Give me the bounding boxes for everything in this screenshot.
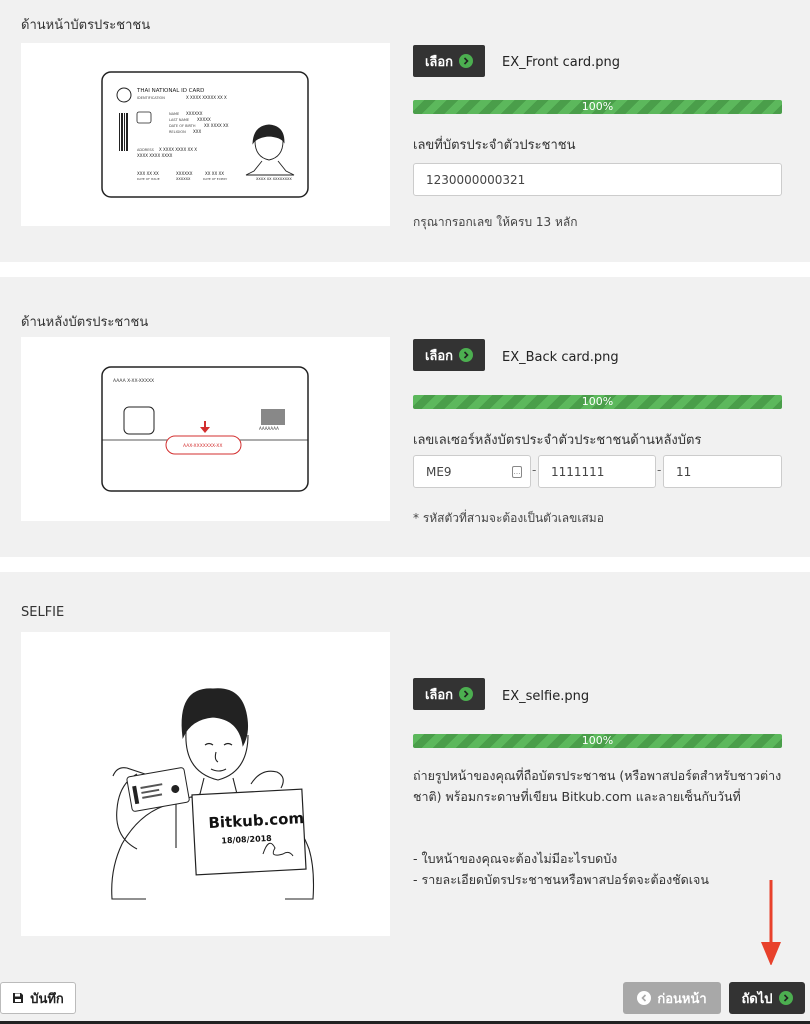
back-card-section: ด้านหลังบัตรประชาชน AAAA X-XX-XXXXX AAAA… xyxy=(0,277,810,557)
svg-text:AAAA X-XX-XXXXX: AAAA X-XX-XXXXX xyxy=(113,378,154,384)
arrow-right-circle-icon xyxy=(459,687,474,701)
laser-code-part2-input[interactable]: 1111111 xyxy=(538,455,656,488)
next-button[interactable]: ถัดไป xyxy=(729,982,805,1014)
selfie-requirements: - ใบหน้าของคุณจะต้องไม่มีอะไรบดบัง - ราย… xyxy=(413,848,783,890)
selfie-illustration: Bitkub.com 18/08/2018 xyxy=(21,632,390,936)
svg-text:ADDRESS: ADDRESS xyxy=(137,148,155,152)
svg-text:X XXXX XXXX XX X: X XXXX XXXX XX X xyxy=(159,147,197,152)
svg-text:XXXXXX: XXXXXX xyxy=(176,177,191,181)
svg-text:XXX: XXX xyxy=(193,129,201,134)
save-disk-icon xyxy=(13,993,24,1003)
id-card-back-image: AAAA X-XX-XXXXX AAAAAAA AAX-XXXXXXX-XX xyxy=(101,366,309,492)
selfie-progress-label: 100% xyxy=(581,734,614,747)
back-upload-progress: 100% xyxy=(413,395,782,409)
svg-text:XX XXXX XX: XX XXXX XX xyxy=(204,123,229,128)
selfie-instructions: ถ่ายรูปหน้าของคุณที่ถือบัตรประชาชน (หรือ… xyxy=(413,768,782,804)
svg-text:AAAAAAA: AAAAAAA xyxy=(259,426,279,431)
back-card-title: ด้านหลังบัตรประชาชน xyxy=(21,315,149,330)
id-number-input[interactable]: 1230000000321 xyxy=(413,163,782,196)
selfie-requirement-item: - รายละเอียดบัตรประชาชนหรือพาสปอร์ตจะต้อ… xyxy=(413,872,709,887)
autofill-key-icon: … xyxy=(512,466,522,478)
save-button[interactable]: บันทึก xyxy=(0,982,76,1014)
selfie-file-name: EX_selfie.png xyxy=(502,689,590,704)
id-card-front-image: THAI NATIONAL ID CARD IDENTIFICATION X X… xyxy=(101,71,309,198)
front-card-illustration: THAI NATIONAL ID CARD IDENTIFICATION X X… xyxy=(21,43,390,226)
previous-button[interactable]: ก่อนหน้า xyxy=(623,982,721,1014)
arrow-right-circle-icon xyxy=(778,991,793,1005)
selfie-title: SELFIE xyxy=(21,605,65,620)
laser-code-label: เลขเลเซอร์หลังบัตรประจำตัวประชาชนด้านหลั… xyxy=(413,433,702,448)
front-select-file-button[interactable]: เลือก xyxy=(413,45,485,77)
arrow-left-circle-icon xyxy=(637,991,652,1005)
svg-text:AAX-XXXXXXX-XX: AAX-XXXXXXX-XX xyxy=(183,443,222,449)
annotation-arrow-icon xyxy=(761,880,781,966)
laser-code-hint: * รหัสตัวที่สามจะต้องเป็นตัวเลขเสมอ xyxy=(413,511,604,525)
laser-code-part1-input[interactable]: ME9 … xyxy=(413,455,531,488)
selfie-section: SELFIE Bitkub.com 18/08/2018 เลือก EX_se… xyxy=(0,572,810,966)
back-file-name: EX_Back card.png xyxy=(502,350,619,365)
front-card-title: ด้านหน้าบัตรประชาชน xyxy=(21,18,151,33)
laser-separator: - xyxy=(657,463,662,477)
svg-text:DATE OF EXPIRY: DATE OF EXPIRY xyxy=(203,177,227,181)
wizard-footer: บันทึก ก่อนหน้า ถัดไป xyxy=(0,965,810,1024)
svg-text:DATE OF BIRTH: DATE OF BIRTH xyxy=(169,124,196,128)
svg-text:XXX XX XX: XXX XX XX xyxy=(137,171,159,176)
svg-text:RELIGION: RELIGION xyxy=(169,130,186,134)
front-upload-progress: 100% xyxy=(413,100,782,114)
front-card-section: ด้านหน้าบัตรประชาชน THAI NATIONAL ID CAR… xyxy=(0,0,810,262)
card-heading: THAI NATIONAL ID CARD xyxy=(136,88,204,94)
back-select-file-button[interactable]: เลือก xyxy=(413,339,485,371)
svg-text:XXXX XXXX XXXX: XXXX XXXX XXXX xyxy=(137,153,173,158)
svg-text:IDENTIFICATION: IDENTIFICATION xyxy=(137,96,165,100)
arrow-right-circle-icon xyxy=(459,54,474,68)
svg-text:NAME: NAME xyxy=(169,112,179,116)
svg-text:X XXXX XXXXX XX X: X XXXX XXXXX XX X xyxy=(186,95,227,100)
svg-text:DATE OF ISSUE: DATE OF ISSUE xyxy=(137,177,160,181)
svg-text:XXXXXX: XXXXXX xyxy=(186,111,203,116)
id-number-label: เลขที่บัตรประจำตัวประชาชน xyxy=(413,138,576,153)
svg-text:LAST NAME: LAST NAME xyxy=(169,118,189,122)
selfie-select-file-button[interactable]: เลือก xyxy=(413,678,485,710)
svg-text:XXXXX: XXXXX xyxy=(197,117,211,122)
front-progress-label: 100% xyxy=(581,100,614,113)
svg-text:XXXXXX: XXXXXX xyxy=(176,171,193,176)
back-card-illustration: AAAA X-XX-XXXXX AAAAAAA AAX-XXXXXXX-XX xyxy=(21,337,390,521)
selfie-upload-progress: 100% xyxy=(413,734,782,748)
laser-code-part3-input[interactable]: 11 xyxy=(663,455,782,488)
svg-text:XX XX XX: XX XX XX xyxy=(205,171,224,176)
arrow-right-circle-icon xyxy=(459,348,474,362)
selfie-requirement-item: - ใบหน้าของคุณจะต้องไม่มีอะไรบดบัง xyxy=(413,851,618,866)
front-file-name: EX_Front card.png xyxy=(502,55,620,70)
id-number-hint: กรุณากรอกเลข ให้ครบ 13 หลัก xyxy=(413,215,578,229)
selfie-example-image: Bitkub.com 18/08/2018 xyxy=(111,688,315,900)
laser-separator: - xyxy=(532,463,537,477)
svg-text:XXXX XX XXXXXXXX: XXXX XX XXXXXXXX xyxy=(256,177,292,181)
back-progress-label: 100% xyxy=(581,395,614,408)
